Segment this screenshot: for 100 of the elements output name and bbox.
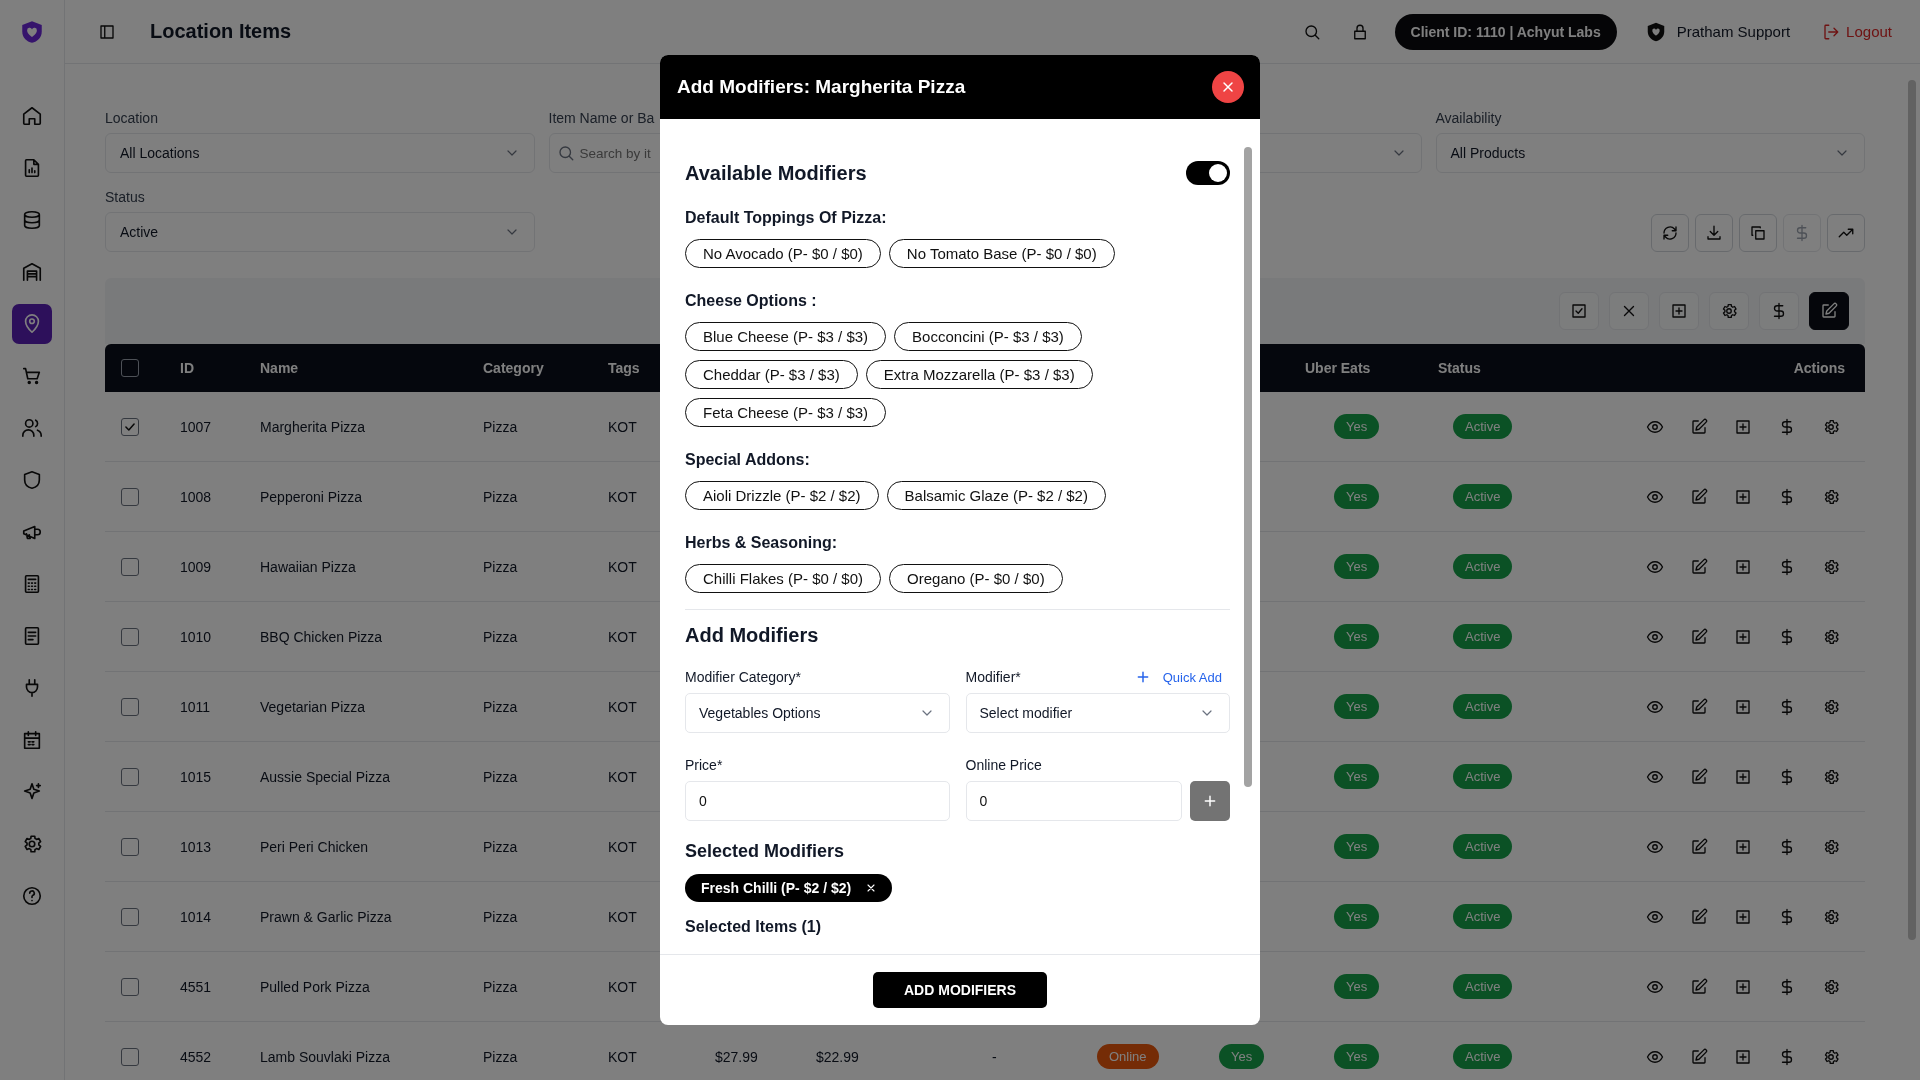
edit-icon[interactable] bbox=[1690, 907, 1708, 926]
close-button[interactable] bbox=[1212, 71, 1244, 103]
settings-icon[interactable] bbox=[1822, 907, 1840, 926]
client-badge[interactable]: Client ID: 1110 | Achyut Labs bbox=[1394, 13, 1617, 50]
filter-label: Location bbox=[105, 110, 159, 126]
group-title: Herbs & Seasoning: bbox=[685, 534, 839, 552]
column-header[interactable]: Category bbox=[483, 360, 544, 376]
row-checkbox[interactable] bbox=[121, 557, 139, 576]
add-icon[interactable] bbox=[1734, 1047, 1752, 1066]
table-cell: KOT bbox=[608, 628, 637, 645]
row-checkbox[interactable] bbox=[121, 627, 139, 646]
select-all-checkbox[interactable] bbox=[121, 359, 139, 377]
price-input[interactable]: 0 bbox=[685, 781, 950, 821]
row-checkbox[interactable] bbox=[121, 417, 139, 436]
row-checkbox[interactable] bbox=[121, 767, 139, 786]
row-checkbox[interactable] bbox=[121, 697, 139, 716]
edit-icon[interactable] bbox=[1690, 487, 1708, 506]
modifier-chip[interactable]: No Tomato Base (P- $0 / $0) bbox=[888, 239, 1115, 268]
table-cell: Pizza bbox=[483, 418, 518, 435]
edit-icon[interactable] bbox=[1690, 697, 1708, 716]
search-icon[interactable] bbox=[1302, 22, 1321, 41]
modifier-chip[interactable]: Extra Mozzarella (P- $3 / $3) bbox=[865, 360, 1093, 389]
filter-dropdown[interactable]: All Products bbox=[1435, 133, 1865, 173]
add-icon[interactable] bbox=[1734, 487, 1752, 506]
edit-button[interactable] bbox=[1809, 292, 1849, 330]
status-badge: Active bbox=[1453, 974, 1513, 999]
row-checkbox[interactable] bbox=[121, 837, 139, 856]
add-icon[interactable] bbox=[1734, 417, 1752, 436]
sidebar-toggle-icon[interactable] bbox=[98, 22, 116, 41]
toggle-switch[interactable] bbox=[1186, 161, 1230, 185]
status-badge: Active bbox=[1453, 694, 1513, 719]
section-heading: Selected Items (1) bbox=[685, 918, 823, 936]
modifier-chip[interactable]: Blue Cheese (P- $3 / $3) bbox=[685, 322, 887, 351]
edit-icon[interactable] bbox=[1690, 977, 1708, 996]
settings-icon[interactable] bbox=[1822, 697, 1840, 716]
add-icon[interactable] bbox=[1734, 627, 1752, 646]
yes-badge: Yes bbox=[1334, 624, 1380, 649]
settings-icon[interactable] bbox=[1822, 977, 1840, 996]
column-header[interactable]: Status bbox=[1438, 360, 1481, 376]
edit-icon[interactable] bbox=[1690, 557, 1708, 576]
modifier-chip[interactable]: Aioli Drizzle (P- $2 / $2) bbox=[685, 481, 879, 510]
add-icon[interactable] bbox=[1734, 697, 1752, 716]
modifier-chip[interactable]: Feta Cheese (P- $3 / $3) bbox=[685, 398, 887, 427]
trend-button[interactable] bbox=[1827, 214, 1865, 252]
edit-icon[interactable] bbox=[1690, 1047, 1708, 1066]
modifier-chip[interactable]: Bocconcini (P- $3 / $3) bbox=[894, 322, 1082, 351]
category-dropdown[interactable]: Vegetables Options bbox=[685, 693, 950, 733]
row-checkbox[interactable] bbox=[121, 1047, 139, 1066]
settings-button[interactable] bbox=[1709, 292, 1749, 330]
row-checkbox[interactable] bbox=[121, 977, 139, 996]
modifier-chip[interactable]: Chilli Flakes (P- $0 / $0) bbox=[685, 564, 882, 593]
user-name[interactable]: Pratham Support bbox=[1676, 23, 1791, 40]
table-cell: - bbox=[992, 1048, 997, 1065]
page-scrollbar[interactable] bbox=[1908, 80, 1916, 940]
edit-icon[interactable] bbox=[1690, 417, 1708, 436]
modifier-chip[interactable]: Oregano (P- $0 / $0) bbox=[889, 564, 1063, 593]
settings-icon[interactable] bbox=[1822, 557, 1840, 576]
modifier-chip[interactable]: Cheddar (P- $3 / $3) bbox=[685, 360, 858, 389]
modifier-chip[interactable]: No Avocado (P- $0 / $0) bbox=[685, 239, 881, 268]
edit-icon[interactable] bbox=[1690, 627, 1708, 646]
column-header[interactable]: Uber Eats bbox=[1305, 360, 1371, 376]
select-all-button[interactable] bbox=[1559, 292, 1599, 330]
add-icon[interactable] bbox=[1734, 767, 1752, 786]
add-icon[interactable] bbox=[1734, 907, 1752, 926]
add-icon[interactable] bbox=[1734, 977, 1752, 996]
modifier-chip[interactable]: Balsamic Glaze (P- $2 / $2) bbox=[886, 481, 1106, 510]
settings-icon[interactable] bbox=[1822, 837, 1840, 856]
add-icon[interactable] bbox=[1734, 837, 1752, 856]
row-checkbox[interactable] bbox=[121, 907, 139, 926]
edit-icon[interactable] bbox=[1690, 767, 1708, 786]
table-cell: 4552 bbox=[180, 1048, 212, 1065]
filter-dropdown[interactable]: All Locations bbox=[105, 133, 535, 173]
online-price-input[interactable]: 0 bbox=[965, 781, 1182, 821]
quick-add-link[interactable]: Quick Add bbox=[1134, 669, 1222, 685]
settings-icon[interactable] bbox=[1822, 767, 1840, 786]
selected-modifier-chip[interactable]: Fresh Chilli (P- $2 / $2) bbox=[685, 874, 893, 902]
table-cell: $22.99 bbox=[816, 1048, 859, 1065]
copy-button[interactable] bbox=[1739, 214, 1777, 252]
status-badge: Active bbox=[1453, 414, 1513, 439]
filter-dropdown[interactable]: Active bbox=[105, 212, 535, 252]
add-modifiers-button[interactable]: ADD MODIFIERS bbox=[873, 972, 1047, 1008]
settings-icon[interactable] bbox=[1822, 1047, 1840, 1066]
column-header[interactable]: ID bbox=[180, 360, 194, 376]
column-header[interactable]: Name bbox=[260, 360, 299, 376]
add-button[interactable] bbox=[1190, 781, 1230, 821]
location-pin-nav-item[interactable] bbox=[12, 304, 52, 344]
column-header[interactable]: Tags bbox=[608, 360, 640, 376]
refresh-button[interactable] bbox=[1651, 214, 1689, 252]
price-button[interactable] bbox=[1759, 292, 1799, 330]
modifier-dropdown[interactable]: Select modifier bbox=[965, 693, 1230, 733]
settings-icon[interactable] bbox=[1822, 417, 1840, 436]
settings-icon[interactable] bbox=[1822, 627, 1840, 646]
add-button[interactable] bbox=[1659, 292, 1699, 330]
edit-icon[interactable] bbox=[1690, 837, 1708, 856]
group-title: Cheese Options : bbox=[685, 292, 818, 310]
status-badge: Active bbox=[1453, 764, 1513, 789]
add-icon[interactable] bbox=[1734, 557, 1752, 576]
settings-icon[interactable] bbox=[1822, 487, 1840, 506]
row-checkbox[interactable] bbox=[121, 487, 139, 506]
download-button[interactable] bbox=[1695, 214, 1733, 252]
